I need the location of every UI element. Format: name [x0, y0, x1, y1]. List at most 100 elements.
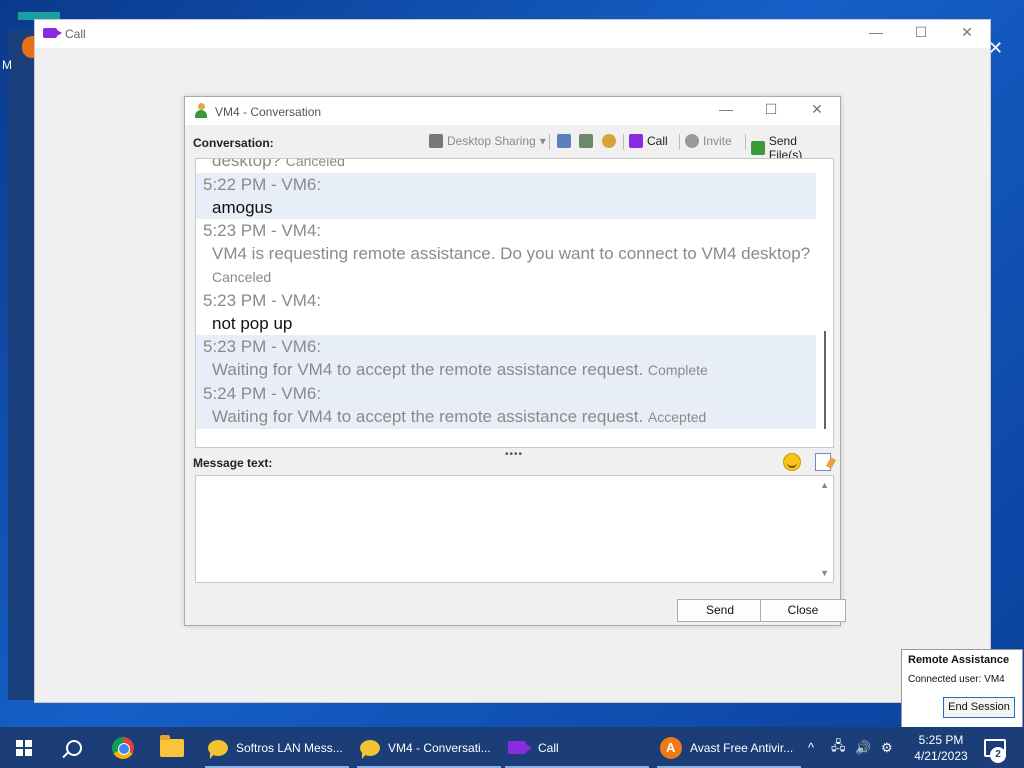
scroll-up-arrow-icon[interactable]: ▲	[820, 480, 829, 490]
settings-tray-button[interactable]: ⚙	[881, 727, 893, 768]
message-status: Accepted	[647, 409, 707, 425]
network-button[interactable]: 🖧	[831, 727, 846, 768]
taskbar-app-conversation[interactable]: VM4 - Conversati...	[360, 727, 491, 768]
video-camera-icon	[629, 134, 643, 148]
history-icon	[557, 134, 571, 148]
gear-icon: ⚙	[881, 739, 893, 755]
close-dialog-button[interactable]: Close	[760, 599, 846, 622]
message-body: VM4 is requesting remote assistance. Do …	[203, 242, 816, 289]
invite-users-icon	[685, 134, 699, 148]
file-explorer-taskbar-button[interactable]	[160, 727, 184, 768]
chat-bubble-icon	[360, 739, 380, 759]
history-button[interactable]	[557, 134, 571, 148]
message-text: not pop up	[212, 314, 293, 333]
call-window-title: Call	[65, 27, 86, 41]
search-button[interactable]	[66, 727, 82, 768]
message-text-label: Message text:	[193, 456, 273, 470]
toolbar-separator	[745, 134, 746, 150]
clock-time: 5:25 PM	[918, 733, 964, 747]
conversation-title: VM4 - Conversation	[215, 105, 322, 119]
show-hidden-icons-button[interactable]: ^	[808, 727, 814, 768]
close-button[interactable]: ✕	[952, 24, 982, 41]
send-file-icon	[751, 141, 765, 155]
message-header: 5:22 PM - VM6:	[203, 175, 322, 194]
message-text: Waiting for VM4 to accept the remote ass…	[212, 360, 644, 379]
connected-user-row: Connected user: VM4	[908, 674, 1005, 685]
chrome-taskbar-button[interactable]	[112, 727, 134, 768]
clock[interactable]: 5:25 PM 4/21/2023	[906, 732, 976, 764]
send-button[interactable]: Send	[677, 599, 763, 622]
folder-icon	[160, 734, 184, 757]
monitor-icon	[429, 134, 443, 148]
message-status: Canceled	[212, 269, 272, 285]
emoticon-icon[interactable]	[783, 453, 801, 471]
search-icon	[66, 739, 82, 756]
maximize-button[interactable]: ☐	[906, 24, 936, 41]
avast-icon	[660, 736, 682, 759]
end-session-button[interactable]: End Session	[943, 697, 1015, 718]
taskbar-app-call[interactable]: Call	[508, 727, 559, 768]
history-scrollbar-thumb[interactable]	[824, 331, 826, 429]
message-item: 5:23 PM - VM4: VM4 is requesting remote a…	[196, 219, 816, 289]
conversation-minimize-button[interactable]: —	[711, 101, 741, 117]
message-text: VM4 is requesting remote assistance. Do …	[212, 244, 811, 263]
message-body: Waiting for VM4 to accept the remote ass…	[203, 405, 816, 429]
settings-button[interactable]	[602, 134, 616, 148]
conversation-toolbar: Conversation: Desktop Sharing ▾ Call Inv…	[193, 133, 833, 162]
speaker-icon: 🔊	[855, 739, 872, 755]
contact-info-button[interactable]	[579, 134, 593, 148]
conversation-maximize-button[interactable]: ☐	[756, 101, 786, 118]
splitter-grip[interactable]: ••••	[505, 449, 523, 460]
text-format-icon[interactable]	[815, 453, 831, 471]
conversation-close-button[interactable]: ✕	[802, 101, 832, 118]
message-input[interactable]	[196, 476, 814, 580]
contact-card-icon	[579, 134, 593, 148]
chrome-icon	[112, 736, 134, 759]
message-body: Waiting for VM4 to accept the remote ass…	[203, 358, 816, 382]
message-text: Waiting for VM4 to accept the remote ass…	[212, 407, 644, 426]
minimize-button[interactable]: —	[861, 24, 891, 40]
conversation-history[interactable]: desktop? Canceled 5:22 PM - VM6: amogus 5:2…	[195, 158, 834, 448]
message-status: Canceled	[285, 158, 345, 169]
conversation-titlebar[interactable]: VM4 - Conversation — ☐ ✕	[185, 97, 840, 125]
call-titlebar[interactable]: Call — ☐ ✕	[35, 20, 990, 48]
volume-button[interactable]: 🔊	[855, 727, 871, 768]
toolbar-separator	[549, 134, 550, 150]
remote-assistance-panel: Remote Assistance Connected user: VM4 En…	[901, 649, 1023, 728]
taskbar: Softros LAN Mess... VM4 - Conversati... …	[0, 727, 1024, 768]
gears-icon	[602, 134, 616, 148]
message-item: 5:24 PM - VM6: Waiting for VM4 to accept …	[196, 382, 816, 429]
scroll-down-arrow-icon[interactable]: ▼	[820, 568, 829, 578]
clock-date: 4/21/2023	[914, 749, 968, 763]
toolbar-separator	[623, 134, 624, 150]
start-button[interactable]	[16, 727, 32, 768]
message-header: 5:23 PM - VM6:	[203, 337, 322, 356]
message-header: 5:24 PM - VM6:	[203, 384, 322, 403]
user-icon	[195, 103, 207, 119]
invite-button[interactable]: Invite	[685, 134, 732, 148]
taskbar-app-avast[interactable]: Avast Free Antivir...	[660, 727, 793, 768]
notification-count-badge: 2	[990, 747, 1006, 763]
conversation-label: Conversation:	[193, 136, 274, 150]
taskbar-app-softros[interactable]: Softros LAN Mess...	[208, 727, 343, 768]
toolbar-separator	[679, 134, 680, 150]
windows-logo-icon	[16, 739, 32, 756]
message-item: 5:23 PM - VM6: Waiting for VM4 to accept …	[196, 335, 816, 382]
message-item: desktop? Canceled	[196, 158, 816, 173]
message-body: amogus	[203, 196, 816, 219]
message-status: Complete	[647, 362, 708, 378]
background-label: M	[2, 58, 12, 72]
message-body: desktop? Canceled	[203, 158, 816, 173]
history-scrollbar[interactable]	[817, 159, 833, 447]
desktop-sharing-button[interactable]: Desktop Sharing ▾	[429, 134, 546, 148]
chevron-up-icon: ^	[808, 740, 815, 755]
message-input-box: ▲ ▼	[195, 475, 834, 583]
network-icon: 🖧	[831, 737, 846, 753]
message-item: 5:23 PM - VM4: not pop up	[196, 289, 816, 335]
conversation-window: VM4 - Conversation — ☐ ✕ Conversation: D…	[184, 96, 846, 626]
message-header: 5:23 PM - VM4:	[203, 221, 322, 240]
message-header: 5:23 PM - VM4:	[203, 291, 322, 310]
message-body: not pop up	[203, 312, 816, 335]
call-button[interactable]: Call	[629, 134, 668, 148]
message-text: amogus	[212, 198, 273, 217]
